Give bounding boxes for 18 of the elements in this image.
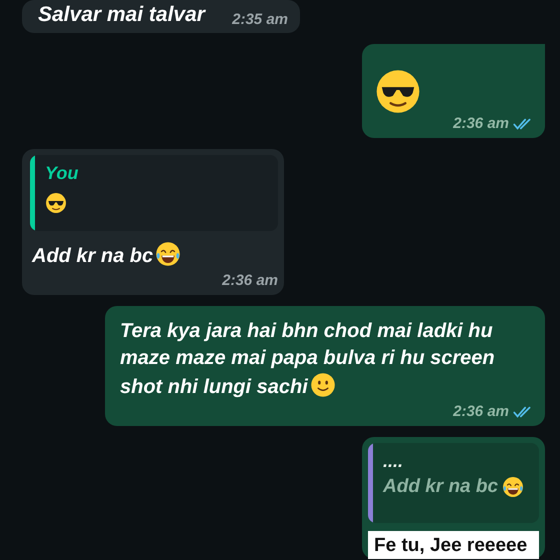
message-text: Add kr na bc (30, 231, 278, 270)
message-text: Tera kya jara hai bhn chod mai ladki hu maze maze mai papa bulva ri hu screen shot nhi lungi sachi (120, 319, 496, 400)
message-text: Salvar mai talvar (38, 2, 205, 28)
message-time: 2:36 am (453, 115, 509, 132)
quoted-message[interactable]: You (30, 155, 278, 231)
quote-text: Add kr na bc (383, 476, 498, 498)
sunglasses-face-icon (374, 68, 422, 115)
tears-of-joy-face-icon (155, 241, 182, 267)
message-time: 2:36 am (453, 403, 509, 420)
sunglasses-face-icon (45, 192, 67, 214)
message-time: 2:35 am (232, 11, 288, 28)
quote-author: .... (383, 451, 404, 472)
tears-of-joy-face-icon (502, 476, 524, 498)
quote-author: You (45, 163, 78, 184)
message-time: 2:36 am (222, 272, 278, 289)
smiling-face-icon (310, 372, 336, 398)
image-caption-text: Fe tu, Jee reeeee (368, 531, 539, 559)
quoted-message[interactable]: .... Add kr na bc (368, 443, 539, 523)
